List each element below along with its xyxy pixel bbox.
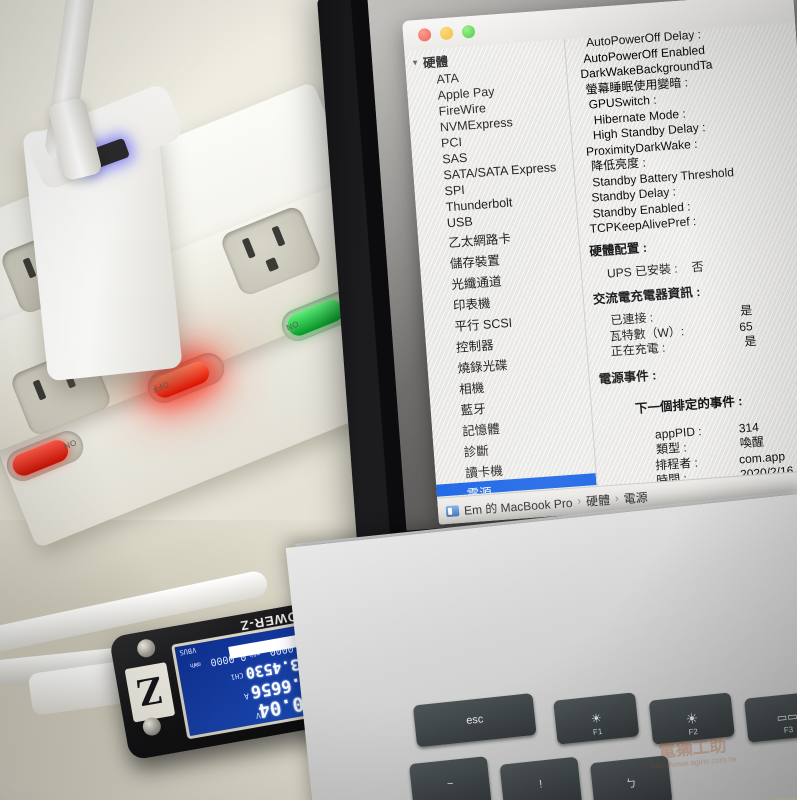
brightness-low-icon: ☀: [590, 710, 603, 726]
key-label: !: [538, 778, 544, 791]
meter-screw: [141, 716, 163, 737]
sidebar[interactable]: ▼ 硬體 ATA Apple Pay FireWire NVMExpress P…: [404, 39, 597, 497]
key-1[interactable]: !: [499, 756, 583, 800]
switch-label: ON: [62, 437, 78, 451]
chevron-down-icon[interactable]: ▼: [411, 58, 420, 68]
lcd-current-unit: A: [243, 691, 250, 701]
breadcrumb-separator: ›: [614, 492, 620, 505]
key-tilde[interactable]: ~: [409, 756, 492, 800]
breadcrumb-hardware[interactable]: 硬體: [585, 491, 611, 510]
breadcrumb-root[interactable]: Em 的 MacBook Pro: [463, 493, 573, 518]
breadcrumb-separator: ›: [576, 495, 582, 508]
lcd-channel: CH1: [230, 670, 244, 681]
detail-value: 否: [690, 259, 705, 274]
minimize-icon[interactable]: [439, 26, 454, 41]
key-label: ~: [446, 777, 455, 791]
lcd-vbus-label: VBUS: [178, 645, 197, 657]
breadcrumb-power[interactable]: 電源: [623, 488, 648, 507]
sidebar-section-label: 硬體: [422, 54, 449, 71]
computer-icon: [445, 504, 460, 517]
lcd-capacity-mwh-unit: mWh: [189, 660, 202, 669]
zoom-icon[interactable]: [461, 24, 476, 39]
key-label: esc: [465, 713, 484, 728]
system-information-window[interactable]: ▼ 硬體 ATA Apple Pay FireWire NVMExpress P…: [402, 0, 797, 525]
meter-screw: [135, 637, 157, 659]
detail-heading-power-events: 電源事件 :: [598, 367, 657, 387]
details-pane: AutoPowerOff Delay : AutoPowerOff Enable…: [572, 20, 797, 485]
close-icon[interactable]: [417, 27, 432, 42]
photo-scene: ON OFF ON POWER-Z Z 20.04 V 2.6656 A 53.…: [0, 0, 797, 800]
detail-key: UPS 已安裝 :: [606, 261, 679, 281]
detail-value: 是: [743, 333, 757, 349]
detail-heading-next-event: 下一個排定的事件 :: [634, 393, 743, 416]
key-esc[interactable]: esc: [412, 693, 537, 748]
power-z-logo: Z: [124, 662, 176, 723]
